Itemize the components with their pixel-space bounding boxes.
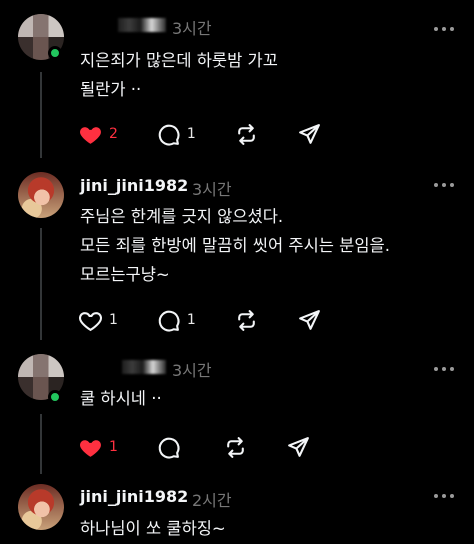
repost-icon (238, 123, 255, 145)
action-bar: 1 (78, 434, 349, 460)
thread-post-2: jini_jini1982 3시간 주님은 한계를 긋지 않으셨다. 모든 죄를… (0, 170, 474, 348)
online-status-dot (48, 390, 62, 404)
post-time: 3시간 (172, 361, 212, 380)
share-button[interactable] (286, 434, 311, 460)
reply-button[interactable]: 1 (156, 307, 196, 333)
reply-icon (158, 124, 180, 145)
heart-icon (80, 439, 101, 457)
post-text: 하나님이 쏘 쿨하징~ (80, 519, 226, 538)
heart-icon (80, 126, 101, 144)
thread-line (40, 414, 42, 474)
online-status-dot (48, 46, 62, 60)
post-text: 쿨 하시네 ·· (80, 389, 162, 408)
share-button[interactable] (297, 307, 322, 333)
like-count: 2 (109, 126, 118, 142)
like-count: 1 (109, 439, 118, 455)
avatar[interactable] (18, 484, 64, 530)
username[interactable]: jini_jini1982 (80, 176, 188, 195)
thread-post-3: 3시간 쿨 하시네 ·· 1 (0, 348, 474, 478)
post-time: 3시간 (192, 180, 232, 199)
heart-icon (79, 311, 102, 331)
share-button[interactable] (297, 121, 322, 147)
like-count: 1 (109, 312, 118, 328)
thread-post-1: 3시간 지은죄가 많은데 하룻밤 가꼬 될란가 ·· 2 1 (0, 0, 474, 170)
more-icon[interactable] (432, 24, 456, 34)
repost-button[interactable] (234, 307, 259, 333)
more-icon[interactable] (432, 364, 456, 374)
blurred-username[interactable] (118, 18, 166, 32)
thread-line (40, 228, 42, 340)
action-bar: 2 1 (78, 121, 360, 147)
more-icon[interactable] (432, 180, 456, 190)
repost-button[interactable] (234, 121, 259, 147)
share-icon (298, 309, 320, 330)
more-icon[interactable] (432, 491, 456, 501)
post-text: 지은죄가 많은데 하룻밤 가꼬 될란가 ·· (80, 51, 278, 99)
like-button[interactable]: 1 (78, 307, 118, 333)
like-button[interactable]: 2 (78, 121, 118, 147)
blurred-username[interactable] (122, 360, 166, 374)
share-icon (298, 123, 320, 144)
avatar[interactable] (18, 172, 64, 218)
thread-post-4: jini_jini1982 2시간 하나님이 쏘 쿨하징~ (0, 478, 474, 544)
reply-count: 1 (186, 312, 196, 328)
repost-button[interactable] (223, 434, 248, 460)
repost-icon (238, 309, 255, 331)
thread-line (40, 72, 42, 158)
post-text: 주님은 한계를 긋지 않으셨다. 모든 죄를 한방에 말끔히 씻어 주시는 분임… (80, 207, 390, 284)
share-icon (288, 436, 309, 457)
post-time: 2시간 (192, 491, 232, 510)
action-bar: 1 1 (78, 307, 360, 333)
repost-icon (227, 436, 244, 458)
reply-count: 1 (186, 126, 196, 142)
username[interactable]: jini_jini1982 (80, 487, 188, 506)
reply-icon (158, 437, 180, 458)
reply-icon (158, 310, 180, 331)
reply-button[interactable]: 1 (156, 121, 196, 147)
post-time: 3시간 (172, 19, 212, 38)
reply-button[interactable] (156, 434, 181, 460)
like-button[interactable]: 1 (78, 434, 118, 460)
